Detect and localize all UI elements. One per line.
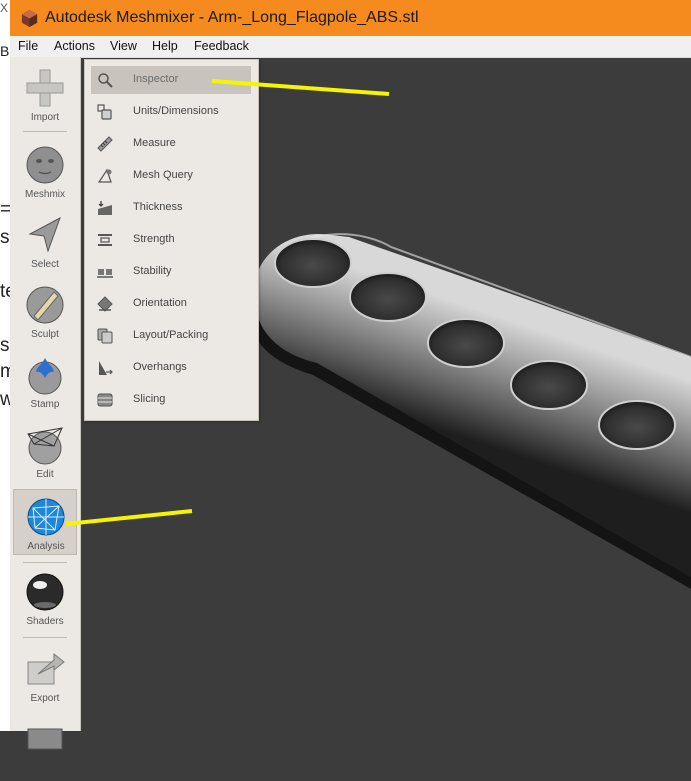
- sculpt-icon: [26, 286, 64, 324]
- menu-item-label: Stability: [133, 265, 172, 277]
- sculpt-tool[interactable]: Sculpt: [13, 278, 77, 344]
- select-icon: [28, 216, 61, 253]
- menu-item-label: Slicing: [133, 393, 166, 405]
- magnifier-icon: [98, 73, 113, 88]
- tool-divider: [23, 637, 67, 638]
- mesh-query-icon: [97, 168, 112, 183]
- edit-label: Edit: [36, 469, 54, 480]
- meshmixer-logo-icon: [21, 9, 38, 28]
- menu-item-inspector[interactable]: Inspector: [91, 66, 251, 94]
- flagpole-arm-model: [251, 233, 691, 589]
- stamp-label: Stamp: [30, 399, 60, 410]
- stability-icon: [97, 269, 113, 278]
- menu-item-label: Inspector: [133, 73, 179, 85]
- title-bar[interactable]: Autodesk Meshmixer - Arm-_Long_Flagpole_…: [10, 0, 691, 36]
- menu-item-strength[interactable]: Strength: [91, 226, 251, 254]
- analysis-label: Analysis: [27, 541, 65, 552]
- ruler-icon: [97, 136, 113, 152]
- menu-item-label: Layout/Packing: [133, 329, 209, 341]
- orientation-icon: [97, 296, 113, 312]
- menu-item-label: Units/Dimensions: [133, 105, 219, 117]
- select-tool[interactable]: Select: [13, 208, 77, 274]
- menu-item-label: Mesh Query: [133, 169, 193, 181]
- menu-item-layout-packing[interactable]: Layout/Packing: [91, 322, 251, 350]
- menu-item-orientation[interactable]: Orientation: [91, 290, 251, 318]
- menu-item-label: Measure: [133, 137, 176, 149]
- export-tool[interactable]: Export: [13, 642, 77, 708]
- thickness-icon: [98, 201, 112, 215]
- stamp-icon: [28, 358, 62, 395]
- analysis-tool[interactable]: Analysis: [13, 489, 77, 555]
- menu-item-slicing[interactable]: Slicing: [91, 386, 251, 414]
- background-text-fragment: B: [0, 43, 10, 59]
- meshmix-tool[interactable]: Meshmix: [13, 138, 77, 204]
- slicing-icon: [97, 393, 113, 407]
- menu-item-overhangs[interactable]: Overhangs: [91, 354, 251, 382]
- window-title: Autodesk Meshmixer - Arm-_Long_Flagpole_…: [45, 9, 419, 26]
- analysis-icon: [27, 498, 65, 536]
- edit-tool[interactable]: Edit: [13, 418, 77, 484]
- shaders-icon: [26, 573, 64, 611]
- meshmix-label: Meshmix: [24, 189, 65, 200]
- analysis-dropdown-menu: Inspector Units/Dimensions Measure Mesh …: [84, 59, 259, 421]
- next-tool-partial[interactable]: [13, 715, 77, 781]
- menu-item-mesh-query[interactable]: Mesh Query: [91, 162, 251, 190]
- layout-packing-icon: [97, 328, 113, 344]
- meshmix-icon: [26, 146, 64, 184]
- menu-feedback[interactable]: Feedback: [194, 39, 249, 53]
- tool-divider: [23, 131, 67, 132]
- import-icon: [26, 69, 64, 107]
- stamp-tool[interactable]: Stamp: [13, 348, 77, 414]
- import-label: Import: [30, 112, 60, 123]
- export-label: Export: [30, 693, 60, 704]
- menu-item-measure[interactable]: Measure: [91, 130, 251, 158]
- units-icon: [97, 104, 112, 120]
- shaders-label: Shaders: [26, 616, 64, 627]
- strength-icon: [98, 234, 112, 246]
- tool-panel: Import Meshmix Select Sculpt Stamp Edit …: [10, 57, 81, 750]
- export-icon: [27, 652, 65, 685]
- menu-item-thickness[interactable]: Thickness: [91, 194, 251, 222]
- tool-icon: [27, 728, 63, 750]
- menu-item-label: Orientation: [133, 297, 187, 309]
- menu-actions[interactable]: Actions: [54, 39, 95, 53]
- background-text-fragment: X: [0, 1, 9, 15]
- menu-item-units-dimensions[interactable]: Units/Dimensions: [91, 98, 251, 126]
- overhangs-icon: [99, 361, 113, 375]
- menu-view[interactable]: View: [110, 39, 137, 53]
- import-tool[interactable]: Import: [13, 61, 77, 127]
- menu-item-label: Thickness: [133, 201, 183, 213]
- edit-icon: [27, 427, 63, 465]
- menu-item-label: Overhangs: [133, 361, 187, 373]
- background-text-fragment: s: [0, 335, 10, 356]
- sculpt-label: Sculpt: [31, 329, 59, 340]
- menu-help[interactable]: Help: [152, 39, 178, 53]
- menu-file[interactable]: File: [18, 39, 38, 53]
- menu-bar: File Actions View Help Feedback: [10, 36, 691, 58]
- menu-item-label: Strength: [133, 233, 175, 245]
- menu-item-stability[interactable]: Stability: [91, 258, 251, 286]
- shaders-tool[interactable]: Shaders: [13, 565, 77, 631]
- tool-divider: [23, 562, 67, 563]
- select-label: Select: [31, 259, 59, 270]
